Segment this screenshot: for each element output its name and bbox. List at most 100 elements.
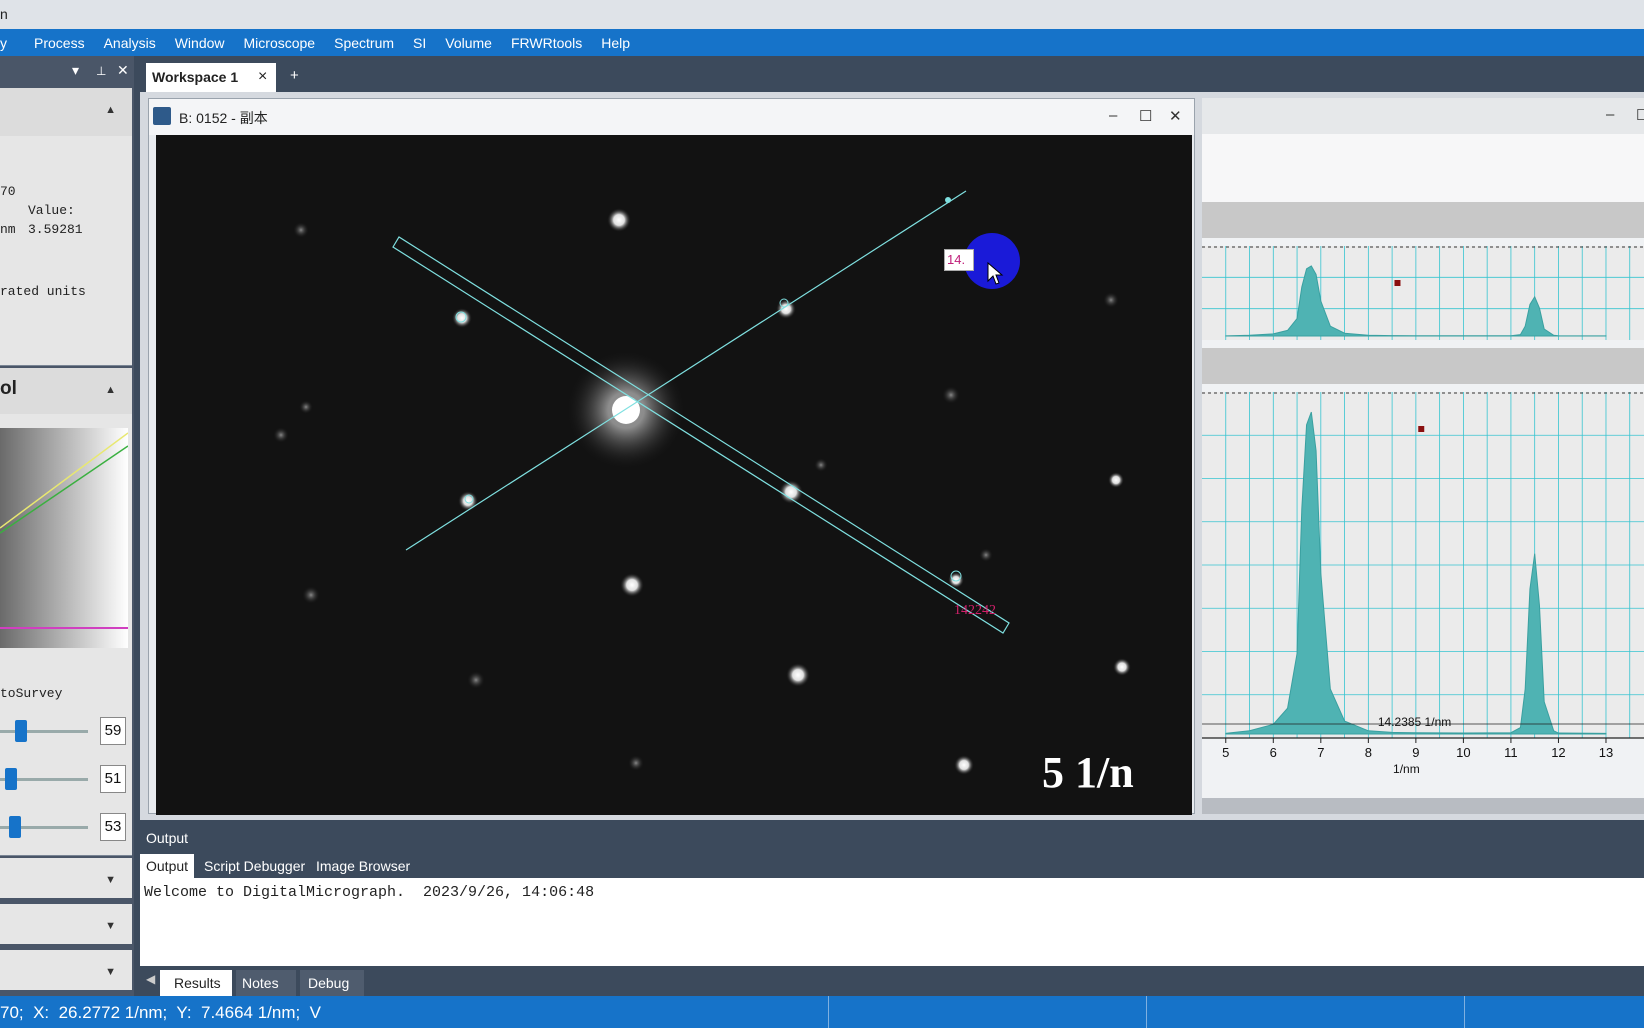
pin-icon[interactable]: ⊥ bbox=[96, 64, 106, 78]
output-header: Output bbox=[140, 822, 1644, 852]
collapse-up-icon[interactable]: ▲ bbox=[105, 384, 116, 396]
collapsed-section-1[interactable]: ▼ bbox=[0, 858, 132, 900]
marker-point[interactable] bbox=[1394, 280, 1401, 286]
menu-item-spectrum[interactable]: Spectrum bbox=[334, 35, 394, 51]
profile-window-titlebar[interactable]: – ☐ bbox=[1202, 98, 1644, 134]
slider-1[interactable] bbox=[0, 720, 88, 742]
tab-output[interactable]: Output bbox=[140, 854, 194, 878]
minimize-icon[interactable]: – bbox=[1109, 107, 1117, 124]
x-tick-label: 10 bbox=[1456, 745, 1470, 760]
slider-2-thumb[interactable] bbox=[5, 768, 18, 790]
diffraction-spot bbox=[779, 480, 803, 504]
add-workspace-button[interactable]: + bbox=[290, 67, 299, 84]
app-title: n bbox=[0, 6, 8, 22]
diffraction-spot-faint bbox=[814, 458, 828, 472]
tab-notes[interactable]: Notes bbox=[236, 970, 296, 996]
output-text-area[interactable]: Welcome to DigitalMicrograph. 2023/9/26,… bbox=[140, 878, 1644, 966]
expand-down-icon[interactable]: ▼ bbox=[105, 920, 116, 932]
control-section-title: ol bbox=[0, 378, 17, 399]
slider-3-value[interactable]: 53 bbox=[100, 813, 126, 841]
tab-close-icon[interactable]: × bbox=[258, 68, 267, 86]
x-tick-label: 12 bbox=[1551, 745, 1565, 760]
info-section: ▲ 70 Value: nm 3.59281 rated units bbox=[0, 88, 132, 366]
x-tick-label: 11 bbox=[1504, 745, 1518, 760]
line-handle[interactable] bbox=[945, 197, 951, 203]
info-value: 3.59281 bbox=[28, 222, 83, 237]
menu-item-si[interactable]: SI bbox=[413, 35, 426, 51]
slider-1-value[interactable]: 59 bbox=[100, 717, 126, 745]
image-window-titlebar[interactable]: B: 0152 - 副本 – ☐ ✕ bbox=[149, 99, 1194, 135]
diffraction-spot-faint bbox=[467, 671, 485, 689]
menu-item-microscope[interactable]: Microscope bbox=[244, 35, 316, 51]
diffraction-spot-faint bbox=[302, 586, 320, 604]
slider-3-thumb[interactable] bbox=[8, 816, 21, 838]
tab-workspace-1[interactable]: Workspace 1 × bbox=[146, 63, 276, 92]
x-tick-label: 9 bbox=[1412, 745, 1419, 760]
status-divider bbox=[828, 996, 829, 1028]
menu-item-process[interactable]: Process bbox=[34, 35, 85, 51]
profile-main-plot[interactable]: 5 6 7 8 9 10 11 12 13 1/nm 14.2385 1/nm bbox=[1202, 392, 1644, 792]
x-tick-label: 8 bbox=[1365, 745, 1372, 760]
measurement-line[interactable] bbox=[405, 190, 967, 551]
status-divider bbox=[1146, 996, 1147, 1028]
slider-2[interactable] bbox=[0, 768, 88, 790]
tab-results[interactable]: Results bbox=[160, 970, 232, 996]
maximize-icon[interactable]: ☐ bbox=[1139, 107, 1152, 125]
profile-band bbox=[1202, 348, 1644, 384]
diffraction-spot-faint bbox=[299, 400, 313, 414]
collapsed-section-3[interactable]: ▼ bbox=[0, 950, 132, 992]
expand-down-icon[interactable]: ▼ bbox=[105, 874, 116, 886]
diffraction-spot bbox=[452, 308, 472, 328]
marker-point[interactable] bbox=[1418, 426, 1425, 432]
x-tick-label: 5 bbox=[1222, 745, 1229, 760]
diffraction-spot-faint bbox=[273, 427, 289, 443]
menu-item-display[interactable]: y bbox=[0, 35, 7, 51]
close-icon[interactable]: ✕ bbox=[1169, 107, 1182, 125]
panel-header: ▾ ⊥ ✕ bbox=[0, 56, 134, 86]
slider-2-value[interactable]: 51 bbox=[100, 765, 126, 793]
profile-overview-plot[interactable] bbox=[1202, 246, 1644, 340]
image-window-icon bbox=[153, 107, 171, 125]
tab-script-debugger[interactable]: Script Debugger bbox=[204, 858, 305, 874]
plot-background bbox=[1202, 246, 1644, 340]
app-title-bar: n bbox=[0, 0, 1644, 29]
menu-item-volume[interactable]: Volume bbox=[445, 35, 492, 51]
line-profile-box[interactable] bbox=[392, 236, 1010, 634]
contrast-curve-plot[interactable] bbox=[0, 428, 128, 648]
x-axis-label: 1/nm bbox=[1393, 762, 1420, 776]
diffraction-spot bbox=[786, 663, 810, 687]
slider-3[interactable] bbox=[0, 816, 88, 838]
menu-item-window[interactable]: Window bbox=[175, 35, 225, 51]
menu-item-frwrtools[interactable]: FRWRtools bbox=[511, 35, 582, 51]
tab-workspace-label: Workspace 1 bbox=[152, 69, 239, 85]
x-tick-label: 6 bbox=[1270, 745, 1277, 760]
maximize-icon[interactable]: ☐ bbox=[1636, 106, 1644, 124]
diffraction-image[interactable]: 14. 142242 5 1/n bbox=[156, 135, 1192, 815]
menu-item-help[interactable]: Help bbox=[601, 35, 630, 51]
auto-survey-label: toSurvey bbox=[0, 686, 63, 701]
diffraction-spot bbox=[620, 573, 644, 597]
collapse-up-icon[interactable]: ▲ bbox=[105, 104, 116, 116]
panel-dropdown-icon[interactable]: ▾ bbox=[72, 62, 79, 79]
diffraction-spot bbox=[458, 491, 478, 511]
label-edit-field[interactable]: 14. bbox=[944, 249, 974, 271]
control-section-header[interactable]: ol ▲ bbox=[0, 368, 132, 414]
output-tab-strip: Output Script Debugger Image Browser bbox=[140, 852, 1644, 878]
profile-scrollbar[interactable] bbox=[1202, 798, 1644, 814]
diffraction-spot bbox=[1113, 658, 1131, 676]
tab-image-browser[interactable]: Image Browser bbox=[316, 858, 410, 874]
tab-debug[interactable]: Debug bbox=[300, 970, 364, 996]
minimize-icon[interactable]: – bbox=[1606, 106, 1614, 123]
diffraction-pattern bbox=[273, 190, 1131, 775]
slider-1-thumb[interactable] bbox=[15, 720, 28, 742]
collapsed-section-2[interactable]: ▼ bbox=[0, 904, 132, 946]
panel-close-icon[interactable]: ✕ bbox=[117, 62, 129, 79]
info-section-header[interactable]: ▲ bbox=[0, 88, 132, 136]
line-profile-annotation[interactable] bbox=[392, 190, 1010, 634]
expand-down-icon[interactable]: ▼ bbox=[105, 966, 116, 978]
menu-item-analysis[interactable]: Analysis bbox=[104, 35, 156, 51]
line-profile-window[interactable]: – ☐ 5 6 7 8 9 10 11 12 13 1/nm 14.2385 1/nm bbox=[1202, 98, 1644, 814]
scroll-left-icon[interactable]: ◀ bbox=[146, 972, 155, 986]
diffraction-spot-faint bbox=[293, 222, 309, 238]
image-window[interactable]: B: 0152 - 副本 – ☐ ✕ 14. 142242 5 1/n bbox=[148, 98, 1195, 815]
